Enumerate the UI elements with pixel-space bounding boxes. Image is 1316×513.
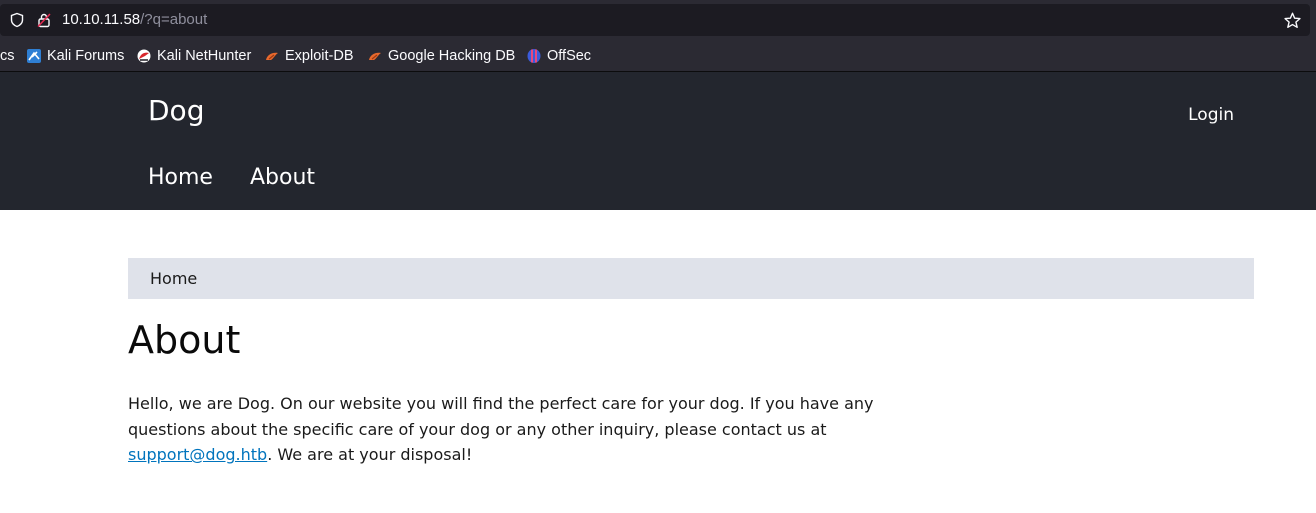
login-link[interactable]: Login <box>1188 105 1234 125</box>
url-text[interactable]: 10.10.11.58/?q=about <box>62 11 207 28</box>
bookmark-label: Kali NetHunter <box>157 48 252 64</box>
nav-item-about[interactable]: About <box>250 165 315 190</box>
bookmark-label: cs <box>0 48 15 64</box>
support-email-link[interactable]: support@dog.htb <box>128 445 267 464</box>
bookmark-label: Kali Forums <box>47 48 125 64</box>
url-path: /?q=about <box>140 11 208 28</box>
ghdb-icon <box>369 52 381 60</box>
bookmark-kali-forums[interactable]: Kali Forums <box>26 47 124 65</box>
shield-icon[interactable] <box>9 12 25 28</box>
bookmark-label: Exploit-DB <box>285 48 354 64</box>
bookmark-star-icon[interactable] <box>1284 12 1301 29</box>
bookmark-kali-nethunter[interactable]: Kali NetHunter <box>136 47 251 65</box>
about-paragraph: Hello, we are Dog. On our website you wi… <box>128 391 948 468</box>
bookmark-google-hacking-db[interactable]: Google Hacking DB <box>367 47 515 65</box>
paragraph-text-before: Hello, we are Dog. On our website you wi… <box>128 394 874 439</box>
bookmark-label: Google Hacking DB <box>388 48 516 64</box>
site-name-link[interactable]: Dog <box>148 94 204 127</box>
nav-item-home[interactable]: Home <box>148 165 213 190</box>
address-bar[interactable]: 10.10.11.58/?q=about <box>0 4 1310 36</box>
bookmark-label: OffSec <box>547 48 592 64</box>
exploitdb-icon <box>266 52 278 60</box>
url-host: 10.10.11.58 <box>62 11 141 28</box>
kali-dragon-icon <box>27 49 41 63</box>
paragraph-text-after: . We are at your disposal! <box>267 445 473 464</box>
bookmarks-toolbar: cs Kali Forums Kali NetHunter Exploit-DB… <box>0 40 1316 72</box>
bookmark-exploit-db[interactable]: Exploit-DB <box>264 47 354 65</box>
insecure-lock-icon[interactable] <box>36 12 52 28</box>
site-header: Dog Login Home About <box>0 72 1316 210</box>
bookmark-cs[interactable]: cs <box>0 47 15 65</box>
bookmark-offsec[interactable]: OffSec <box>526 47 591 65</box>
nethunter-icon <box>137 49 151 63</box>
page-title: About <box>128 318 241 362</box>
breadcrumb-home-link[interactable]: Home <box>150 269 197 288</box>
browser-toolbar: 10.10.11.58/?q=about <box>0 0 1316 40</box>
breadcrumb: Home <box>128 258 1254 299</box>
offsec-icon <box>527 49 541 63</box>
